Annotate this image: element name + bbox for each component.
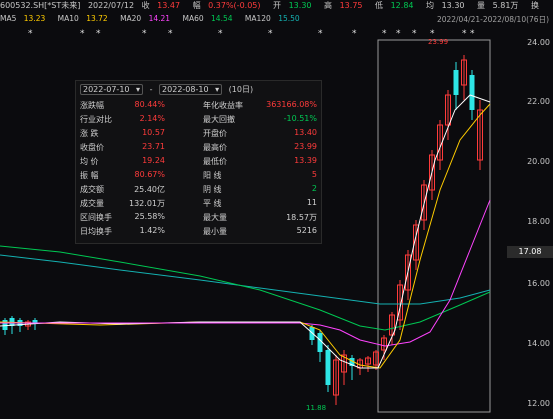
y-tick-14: 14.00 xyxy=(527,339,550,348)
days-count: (10日) xyxy=(228,85,254,94)
stat-label: 最大量 xyxy=(203,213,227,222)
stats-row: 区间换手 25.58% 最大量 18.57万 xyxy=(80,212,317,223)
y-tick-22: 22.00 xyxy=(527,97,550,106)
y-tick-16: 16.00 xyxy=(527,279,550,288)
stat-label: 最高价 xyxy=(203,143,227,152)
y-tick-18: 18.00 xyxy=(527,217,550,226)
stats-row: 涨跌幅 80.44% 年化收益率 363166.08% xyxy=(80,100,317,111)
end-date-select[interactable]: 2022-08-10 ▾ xyxy=(159,84,223,95)
event-star-icon[interactable]: * xyxy=(352,29,357,39)
candle-body xyxy=(453,70,459,95)
y-tick-20: 20.00 xyxy=(527,157,550,166)
range-dash: - xyxy=(149,85,153,94)
stat-value: 2.14% xyxy=(139,114,165,123)
stat-value: 13.39 xyxy=(294,156,317,165)
stat-value: 363166.08% xyxy=(266,100,317,109)
stat-value: 5 xyxy=(311,170,317,179)
stats-row: 收盘价 23.71 最高价 23.99 xyxy=(80,142,317,153)
y-tick-12: 12.00 xyxy=(527,399,550,408)
stat-value: 25.40亿 xyxy=(134,185,165,194)
stat-value: 11 xyxy=(306,198,317,207)
stats-row: 振 幅 80.67% 阳 线 5 xyxy=(80,170,317,181)
stat-value: 19.24 xyxy=(142,156,165,165)
event-star-icon[interactable]: * xyxy=(28,29,33,39)
event-star-icon[interactable]: * xyxy=(80,29,85,39)
stat-value: 2 xyxy=(311,184,317,193)
stat-label: 均 价 xyxy=(80,157,99,166)
stat-label: 最低价 xyxy=(203,157,227,166)
stat-label: 成交量 xyxy=(80,199,104,208)
stats-row: 成交量 132.01万 平 线 11 xyxy=(80,198,317,209)
candle-body xyxy=(325,350,331,385)
stat-label: 开盘价 xyxy=(203,129,227,138)
stat-value: 80.67% xyxy=(134,170,165,179)
stat-value: 23.99 xyxy=(294,142,317,151)
event-star-icon[interactable]: * xyxy=(396,29,401,39)
candle-body xyxy=(317,333,323,352)
stat-value: -10.51% xyxy=(283,114,317,123)
stat-value: 23.71 xyxy=(142,142,165,151)
candle-body xyxy=(2,320,8,330)
end-date: 2022-08-10 xyxy=(162,85,209,94)
event-star-icon[interactable]: * xyxy=(412,29,417,39)
event-star-icon[interactable]: * xyxy=(96,29,101,39)
stats-row: 日均换手 1.42% 最小量 5216 xyxy=(80,226,317,237)
stat-value: 1.42% xyxy=(139,226,165,235)
current-price-tag: 17.08 xyxy=(507,246,553,258)
stat-label: 最大回撤 xyxy=(203,115,235,124)
event-star-icon[interactable]: * xyxy=(470,29,475,39)
period-high-label: 23.99 xyxy=(428,38,449,46)
stat-label: 区间换手 xyxy=(80,213,112,222)
stat-value: 5216 xyxy=(296,226,317,235)
stat-label: 行业对比 xyxy=(80,115,112,124)
stats-row: 均 价 19.24 最低价 13.39 xyxy=(80,156,317,167)
start-date-select[interactable]: 2022-07-10 ▾ xyxy=(80,84,144,95)
stats-row: 行业对比 2.14% 最大回撤 -10.51% xyxy=(80,114,317,125)
stat-label: 阴 线 xyxy=(203,185,222,194)
start-date: 2022-07-10 xyxy=(83,85,130,94)
stat-value: 80.44% xyxy=(134,100,165,109)
event-star-icon[interactable]: * xyxy=(168,29,173,39)
period-low-label: 11.88 xyxy=(306,404,327,412)
event-star-icon[interactable]: * xyxy=(142,29,147,39)
stat-label: 收盘价 xyxy=(80,143,104,152)
y-tick-24: 24.00 xyxy=(527,38,550,47)
stat-label: 阳 线 xyxy=(203,171,222,180)
stats-row: 成交额 25.40亿 阴 线 2 xyxy=(80,184,317,195)
event-star-icon[interactable]: * xyxy=(218,29,223,39)
stat-value: 132.01万 xyxy=(129,199,165,208)
event-star-icon[interactable]: * xyxy=(382,29,387,39)
stat-label: 涨 跌 xyxy=(80,129,99,138)
stat-value: 18.57万 xyxy=(286,213,317,222)
stat-value: 25.58% xyxy=(134,212,165,221)
stat-label: 最小量 xyxy=(203,227,227,236)
stats-row: 涨 跌 10.57 开盘价 13.40 xyxy=(80,128,317,139)
stat-label: 涨跌幅 xyxy=(80,101,104,110)
candle-body xyxy=(309,327,315,340)
stat-label: 年化收益率 xyxy=(203,101,243,110)
event-star-icon[interactable]: * xyxy=(462,29,467,39)
stat-label: 成交额 xyxy=(80,185,104,194)
candle-body xyxy=(469,75,475,110)
panel-header: 2022-07-10 ▾ - 2022-08-10 ▾ (10日) xyxy=(80,84,317,96)
stat-label: 日均换手 xyxy=(80,227,112,236)
event-star-icon[interactable]: * xyxy=(318,29,323,39)
interval-stats-panel: 2022-07-10 ▾ - 2022-08-10 ▾ (10日) 涨跌幅 80.… xyxy=(75,80,322,244)
stat-value: 10.57 xyxy=(142,128,165,137)
stat-label: 平 线 xyxy=(203,199,222,208)
event-markers: * * * * * * * * * * * * * * * xyxy=(28,29,475,39)
event-star-icon[interactable]: * xyxy=(268,29,273,39)
stat-label: 振 幅 xyxy=(80,171,99,180)
stat-value: 13.40 xyxy=(294,128,317,137)
